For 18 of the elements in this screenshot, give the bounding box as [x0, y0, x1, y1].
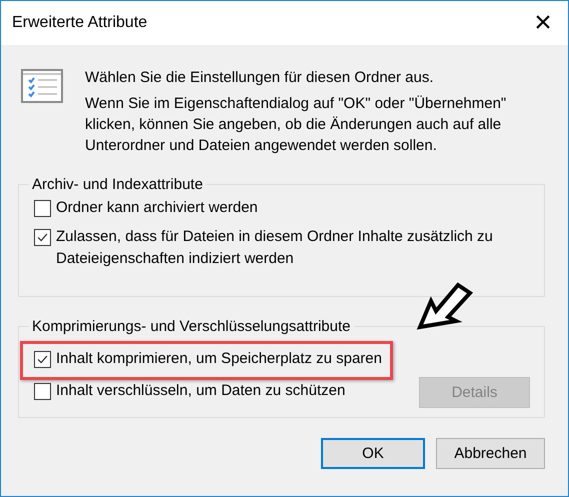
close-button[interactable]: × [520, 1, 566, 45]
group-title: Archiv- und Indexattribute [31, 176, 204, 193]
checkbox-label[interactable]: Inhalt verschlüsseln, um Daten zu schützen [56, 380, 346, 402]
checkbox[interactable] [34, 351, 51, 368]
intro-heading: Wählen Sie die Einstellungen für diesen Ordner aus. [85, 68, 435, 88]
checkbox-label[interactable]: Inhalt komprimieren, um Speicherplatz zu sparen [56, 348, 382, 370]
checkbox-label[interactable]: Ordner kann archiviert werden [56, 197, 258, 219]
checkbox[interactable] [34, 229, 51, 246]
checkbox[interactable] [34, 383, 51, 400]
group-title: Komprimierungs- und Verschlüsselungsattribute [31, 318, 352, 335]
checkbox[interactable] [34, 200, 51, 217]
dialog-button[interactable]: Abbrechen [436, 438, 545, 469]
dialog-button[interactable]: OK [321, 438, 425, 469]
checkbox-label[interactable]: Zulassen, dass für Dateien in diesem Ordner Inhalte zusätzlich zu Dateieigenschaften indiziert werden [56, 226, 511, 270]
checklist-icon [21, 69, 63, 103]
window-title: Erweiterte Attribute [12, 14, 148, 32]
arrow-drawing [416, 282, 474, 330]
intro-text: Wenn Sie im Eigenschaftendialog auf "OK" oder "Übernehmen" klicken, können Sie angeben, ob die Änderungen auch auf alle Unterordner und Dateien angewendet werden sollen. [85, 94, 508, 156]
